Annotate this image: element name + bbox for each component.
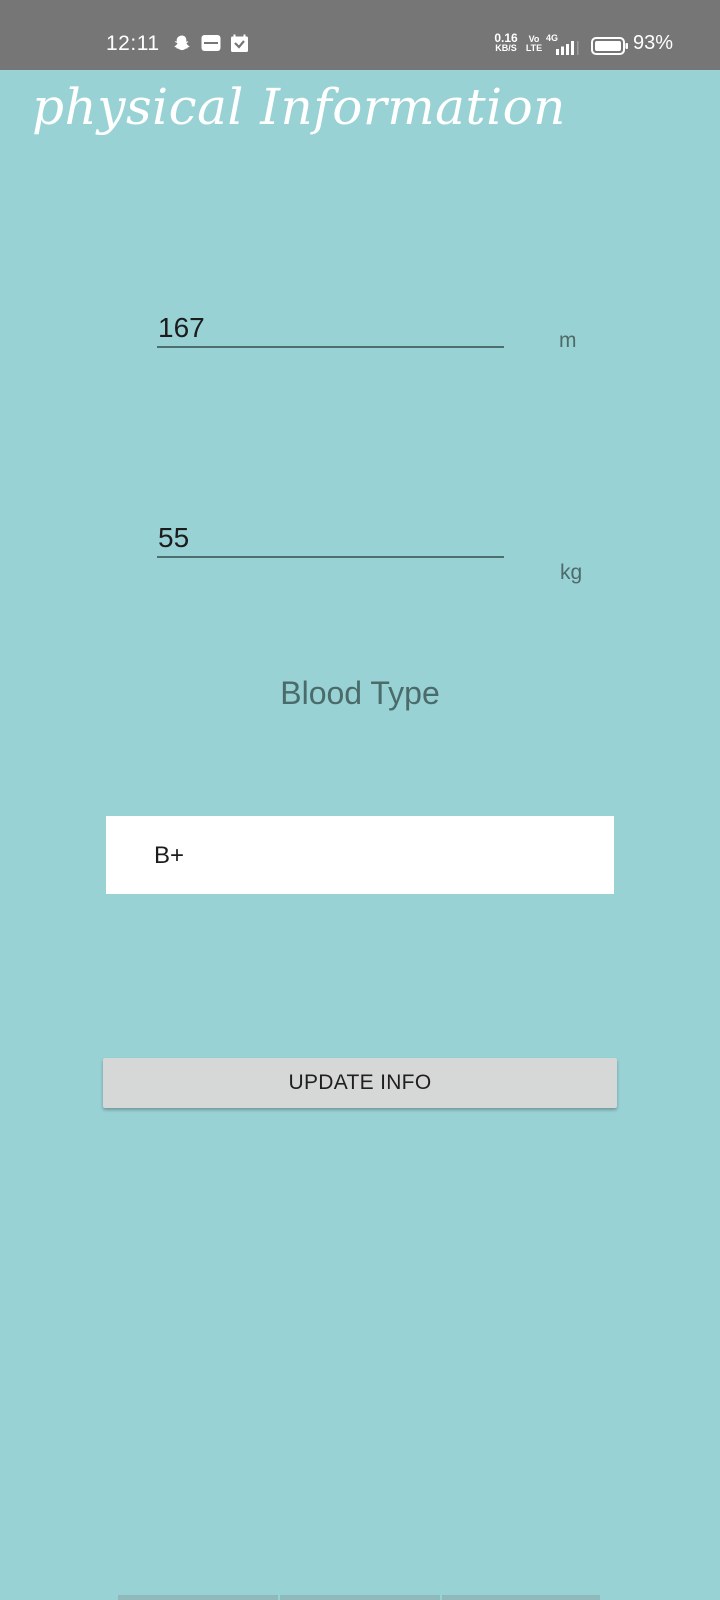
- update-info-button[interactable]: UPDATE INFO: [103, 1058, 617, 1108]
- network-speed-unit: KB/S: [495, 43, 517, 53]
- nav-bar-hint-left: [118, 1595, 278, 1600]
- weight-input[interactable]: 55: [157, 520, 504, 558]
- volte-indicator: Vo LTE: [525, 35, 543, 53]
- volte-bottom-text: LTE: [525, 43, 543, 53]
- height-unit-label: m: [559, 329, 577, 352]
- signal-icon: [556, 40, 580, 59]
- blood-type-dropdown[interactable]: B+: [106, 816, 614, 894]
- blood-type-label: Blood Type: [280, 675, 440, 711]
- blood-type-selected-value: B+: [154, 842, 185, 869]
- network-speed: 0.16 KB/S: [492, 31, 520, 53]
- nav-bar-hint-right: [442, 1595, 600, 1600]
- calendar-icon: [230, 34, 249, 57]
- weight-unit-label: kg: [560, 561, 583, 584]
- battery-percent: 93%: [633, 32, 674, 54]
- app-notification-icon: [201, 34, 221, 56]
- page-title: physical Information: [32, 78, 566, 136]
- status-time: 12:11: [106, 32, 160, 55]
- status-bar: 12:11 0.16 KB/S Vo LTE 4G 93%: [0, 0, 720, 70]
- height-input[interactable]: 167: [157, 310, 504, 348]
- battery-icon: [591, 37, 629, 59]
- snapchat-icon: [173, 34, 191, 56]
- network-speed-value: 0.16: [494, 31, 518, 45]
- nav-bar-hint-center: [280, 1595, 440, 1600]
